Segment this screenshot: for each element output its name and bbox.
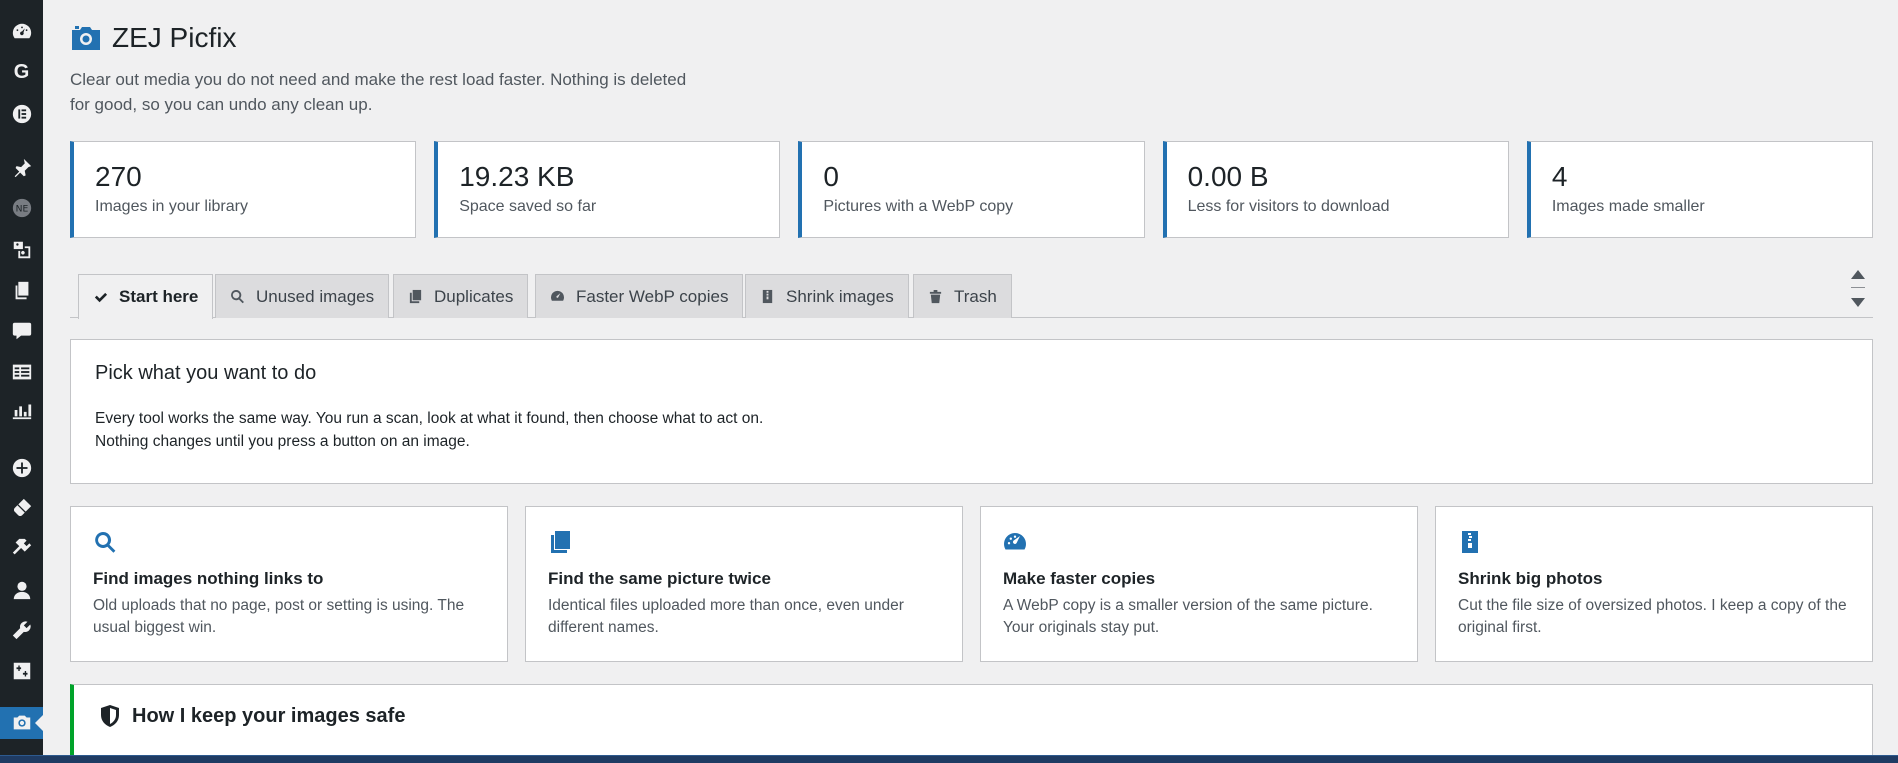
dashboard-icon[interactable] bbox=[0, 16, 43, 48]
stat-label: Images in your library bbox=[95, 198, 248, 215]
stat-value: 270 bbox=[95, 161, 142, 192]
stat-value: 0 bbox=[823, 161, 839, 192]
panel-title: Pick what you want to do bbox=[95, 362, 317, 384]
comments-icon[interactable] bbox=[0, 315, 43, 347]
tab-label: Trash bbox=[954, 286, 997, 306]
card-text: A WebP copy is a smaller version of the … bbox=[1003, 597, 1373, 636]
elementor-icon[interactable] bbox=[0, 98, 43, 130]
forms-icon[interactable] bbox=[0, 356, 43, 388]
svg-text:NE: NE bbox=[15, 204, 28, 215]
card-unused-images[interactable]: Find images nothing links to Old uploads… bbox=[70, 506, 508, 662]
stat-value: 4 bbox=[1551, 161, 1568, 192]
scroll-down-icon[interactable] bbox=[1851, 298, 1865, 307]
card-duplicates[interactable]: Find the same picture twice Identical fi… bbox=[525, 506, 963, 662]
tab-shrink-images[interactable]: Shrink images bbox=[745, 274, 909, 318]
tab-label: Faster WebP copies bbox=[576, 286, 729, 306]
card-text: Identical files uploaded more than once,… bbox=[548, 597, 904, 636]
trash-icon bbox=[929, 289, 942, 304]
copy-icon bbox=[551, 531, 570, 553]
stat-card-space-saved: 19.23 KB Space saved so far bbox=[434, 141, 781, 238]
tab-faster-webp[interactable]: Faster WebP copies bbox=[535, 274, 744, 318]
card-shrink[interactable]: Shrink big photos Cut the file size of o… bbox=[1435, 506, 1873, 662]
safety-title: How I keep your images safe bbox=[132, 705, 406, 727]
stats-row: 270 Images in your library 19.23 KB Spac… bbox=[70, 141, 1874, 238]
scroll-up-icon[interactable] bbox=[1851, 270, 1865, 279]
tab-label: Unused images bbox=[256, 286, 375, 306]
add-icon[interactable] bbox=[0, 452, 43, 484]
copy-icon bbox=[409, 289, 422, 304]
page-title: ZEJ Picfix bbox=[112, 22, 237, 53]
card-text: Cut the file size of oversized photos. I… bbox=[1458, 597, 1847, 636]
tool-cards: Find images nothing links to Old uploads… bbox=[70, 506, 1873, 662]
settings-icon[interactable] bbox=[0, 655, 43, 687]
tab-bar: Start here Unused images Duplicates Fast… bbox=[70, 274, 1873, 319]
tab-unused-images[interactable]: Unused images bbox=[215, 274, 390, 318]
tab-label: Duplicates bbox=[434, 286, 514, 306]
panel-text: Every tool works the same way. You run a… bbox=[95, 410, 764, 450]
taskbar bbox=[0, 755, 1898, 763]
card-title: Find the same picture twice bbox=[548, 569, 771, 588]
analytics-icon[interactable] bbox=[0, 394, 43, 426]
stat-label: Space saved so far bbox=[459, 198, 597, 215]
tab-label: Start here bbox=[119, 287, 199, 306]
card-webp[interactable]: Make faster copies A WebP copy is a smal… bbox=[980, 506, 1418, 662]
scroll-control[interactable] bbox=[1850, 268, 1866, 316]
users-icon[interactable] bbox=[0, 574, 43, 606]
stat-label: Less for visitors to download bbox=[1187, 198, 1390, 215]
plugins-icon[interactable] bbox=[0, 532, 43, 564]
ne-icon[interactable]: NE bbox=[0, 192, 43, 224]
page-intro: Clear out media you do not need and make… bbox=[70, 70, 687, 114]
zip-icon bbox=[1462, 531, 1478, 553]
shield-icon bbox=[101, 705, 119, 727]
page-header: ZEJ Picfix bbox=[72, 22, 236, 54]
stat-card-library: 270 Images in your library bbox=[70, 141, 417, 238]
camera-icon bbox=[72, 26, 100, 50]
zip-icon bbox=[762, 289, 773, 304]
card-title: Find images nothing links to bbox=[93, 569, 324, 588]
google-icon[interactable]: G bbox=[0, 56, 43, 88]
speed-icon bbox=[1004, 533, 1026, 550]
tab-duplicates[interactable]: Duplicates bbox=[393, 274, 529, 318]
card-text: Old uploads that no page, post or settin… bbox=[93, 597, 465, 636]
card-title: Shrink big photos bbox=[1458, 569, 1603, 588]
tab-label: Shrink images bbox=[786, 286, 894, 306]
stat-label: Pictures with a WebP copy bbox=[823, 198, 1014, 215]
pages-icon[interactable] bbox=[0, 275, 43, 307]
search-icon bbox=[231, 289, 244, 304]
check-icon bbox=[94, 292, 108, 302]
stat-card-download: 0.00 B Less for visitors to download bbox=[1162, 141, 1509, 238]
speed-icon bbox=[550, 290, 565, 301]
safety-panel: How I keep your images safe bbox=[70, 684, 1873, 763]
camera-icon[interactable] bbox=[0, 707, 43, 739]
tab-start-here[interactable]: Start here bbox=[78, 274, 214, 319]
stat-value: 19.23 KB bbox=[459, 161, 575, 192]
stat-label: Images made smaller bbox=[1551, 198, 1705, 215]
appearance-icon[interactable] bbox=[0, 492, 43, 524]
admin-sidebar: G NE bbox=[0, 0, 43, 763]
pin-icon[interactable] bbox=[0, 152, 43, 184]
scroll-divider bbox=[1851, 287, 1865, 288]
stat-card-webp: 0 Pictures with a WebP copy bbox=[798, 141, 1145, 238]
stat-card-smaller: 4 Images made smaller bbox=[1526, 141, 1874, 238]
tab-trash[interactable]: Trash bbox=[913, 274, 1012, 318]
tools-icon[interactable] bbox=[0, 614, 43, 646]
search-icon bbox=[95, 532, 116, 553]
start-panel: Pick what you want to do Every tool work… bbox=[70, 339, 1873, 484]
media-icon[interactable] bbox=[0, 234, 43, 266]
stat-value: 0.00 B bbox=[1187, 161, 1269, 192]
card-title: Make faster copies bbox=[1003, 569, 1156, 588]
